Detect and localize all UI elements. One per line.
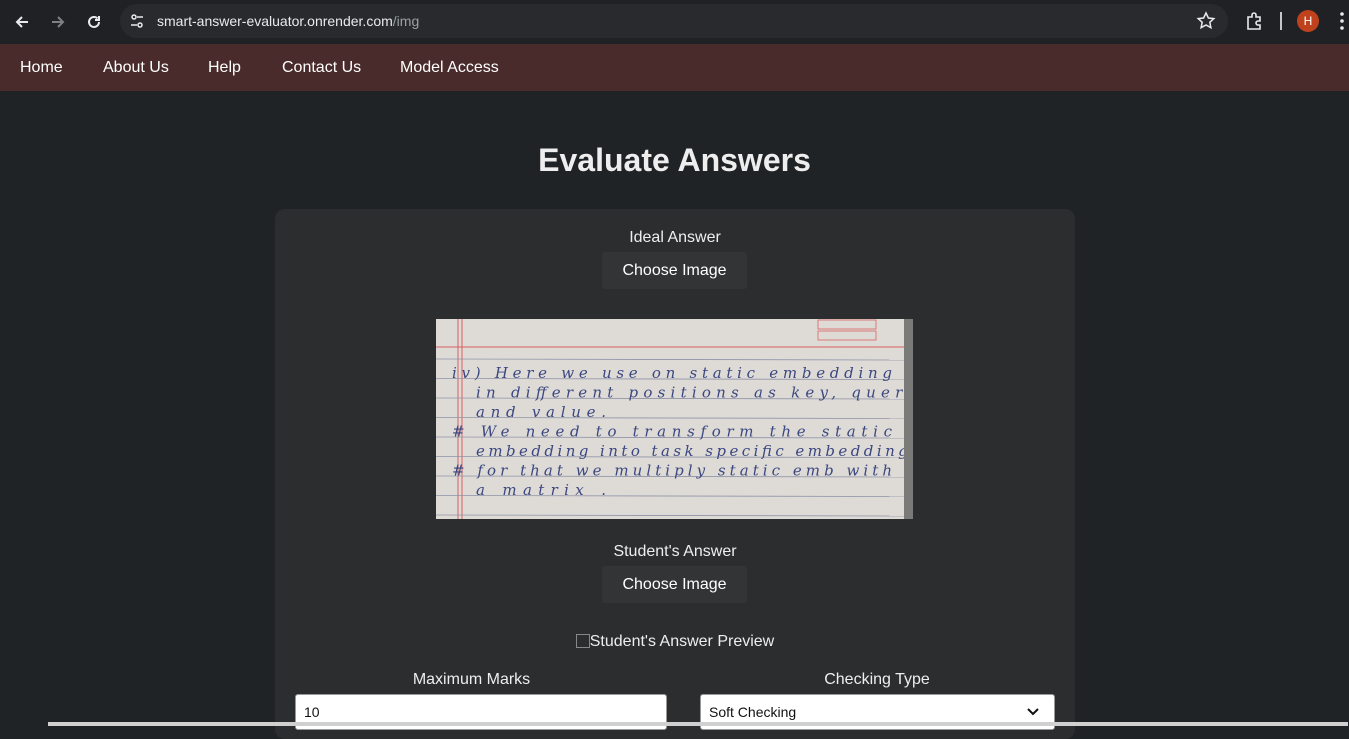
checking-type-value: Soft Checking [709,704,797,720]
ideal-answer-label: Ideal Answer [629,229,721,246]
maximum-marks-label: Maximum Marks [412,671,531,688]
evaluation-card: Ideal Answer Choose Image iv) Here we us… [275,209,1075,739]
menu-kebab-icon[interactable] [1336,11,1348,31]
handwritten-line: # We need to transform the static [452,423,893,441]
ideal-choose-image-button[interactable]: Choose Image [602,252,747,289]
reload-icon[interactable] [81,9,107,35]
profile-avatar[interactable]: H [1297,10,1319,32]
student-answer-label: Student's Answer [613,543,737,560]
url-text: smart-answer-evaluator.onrender.com/img [157,13,420,29]
broken-image-icon [575,634,590,648]
nav-about-us[interactable]: About Us [103,59,169,77]
toolbar-divider [1280,12,1282,30]
bookmark-star-icon[interactable] [1196,11,1216,31]
nav-home[interactable]: Home [20,59,63,77]
student-choose-image-button[interactable]: Choose Image [602,566,747,603]
student-preview-alt-text: Student's Answer Preview [589,633,775,650]
nav-help[interactable]: Help [208,59,241,77]
site-settings-icon[interactable] [128,12,146,30]
nav-contact-us[interactable]: Contact Us [282,59,361,77]
address-bar[interactable]: smart-answer-evaluator.onrender.com/img [120,4,1228,38]
back-icon[interactable] [9,9,35,35]
browser-toolbar: smart-answer-evaluator.onrender.com/img … [0,0,1349,44]
ideal-answer-image: iv) Here we use on static embedding in di… [436,319,913,519]
forward-icon[interactable] [45,9,71,35]
checking-type-label: Checking Type [824,671,930,688]
nav-model-access[interactable]: Model Access [400,59,499,77]
page-title: Evaluate Answers [538,142,811,178]
site-navbar: Home About Us Help Contact Us Model Acce… [0,44,1349,91]
horizontal-scrollbar[interactable] [48,722,1348,726]
extensions-icon[interactable] [1244,10,1266,32]
student-answer-preview: Student's Answer Preview [275,633,1075,651]
chevron-down-icon [1027,708,1039,716]
